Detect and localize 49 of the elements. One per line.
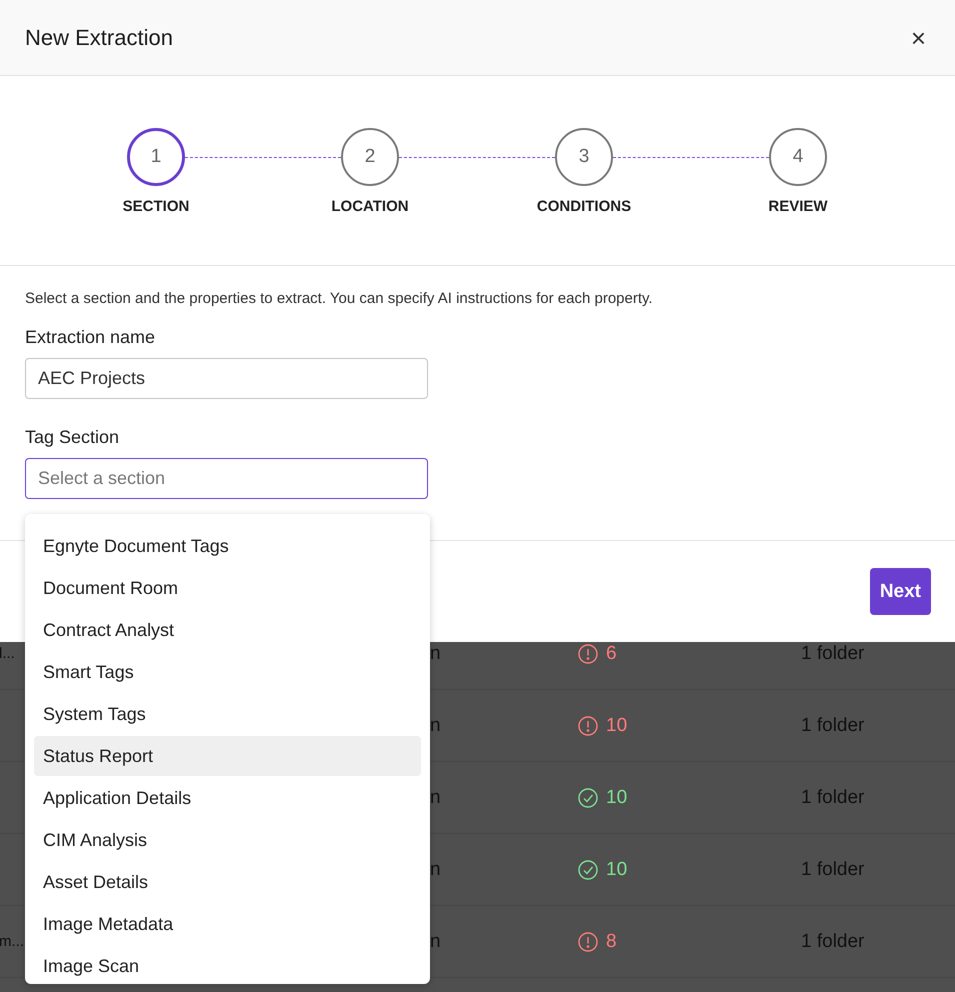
table-cell: 1 folder (801, 858, 864, 880)
alert-circle-icon (578, 716, 598, 736)
count-text: 8 (606, 930, 617, 954)
dropdown-option[interactable]: CIM Analysis (34, 820, 421, 860)
count-text: 10 (606, 714, 628, 738)
table-cell: l... (0, 645, 15, 662)
check-circle-icon (578, 788, 598, 808)
count-text: 10 (606, 858, 628, 882)
step-circle[interactable]: 1 (127, 128, 185, 186)
step-circle[interactable]: 2 (341, 128, 399, 186)
step-label: LOCATION (331, 198, 409, 215)
table-cell: n (430, 714, 441, 736)
step-circle[interactable]: 3 (555, 128, 613, 186)
dropdown-option[interactable]: Asset Details (34, 862, 421, 902)
dropdown-option[interactable]: Document Room (34, 568, 421, 608)
table-cell: n (430, 858, 441, 880)
close-button[interactable]: × (906, 24, 930, 50)
alert-circle-icon (578, 932, 598, 952)
count-text: 10 (606, 786, 628, 810)
description-text: Select a section and the properties to extract. You can specify AI instructions for each property. (25, 290, 654, 307)
field-label: Extraction name (25, 327, 156, 348)
alert-circle-icon (578, 644, 598, 664)
step-label: SECTION (122, 198, 190, 215)
table-cell: n (430, 786, 441, 808)
step-label: CONDITIONS (536, 198, 632, 215)
select-field[interactable]: Select a section (25, 458, 428, 499)
step-circle[interactable]: 4 (769, 128, 827, 186)
table-cell: m... (0, 932, 24, 950)
input-field[interactable]: AEC Projects (25, 358, 428, 399)
dropdown-option[interactable]: System Tags (34, 694, 421, 734)
dropdown-option[interactable]: Application Details (34, 778, 421, 818)
check-circle-icon (578, 860, 598, 880)
field-label: Tag Section (25, 427, 120, 448)
next-button[interactable]: Next (870, 568, 931, 615)
table-cell: 1 folder (801, 714, 864, 736)
dropdown-option[interactable]: Status Report (34, 736, 421, 776)
dropdown-option[interactable]: Contract Analyst (34, 610, 421, 650)
step-label: REVIEW (768, 198, 828, 215)
dropdown-option[interactable]: Smart Tags (34, 652, 421, 692)
count-text: 6 (606, 642, 617, 666)
table-cell: 1 folder (801, 643, 864, 664)
dropdown-option[interactable]: Egnyte Document Tags (34, 526, 421, 566)
table-cell: 1 folder (801, 930, 864, 952)
table-cell: n (430, 930, 441, 952)
dialog-title: New Extraction (25, 24, 173, 50)
dropdown-option[interactable]: Image Metadata (34, 904, 421, 944)
table-cell: n (430, 643, 441, 664)
table-cell: 1 folder (801, 786, 864, 808)
dropdown-option[interactable]: Image Scan (34, 946, 421, 984)
